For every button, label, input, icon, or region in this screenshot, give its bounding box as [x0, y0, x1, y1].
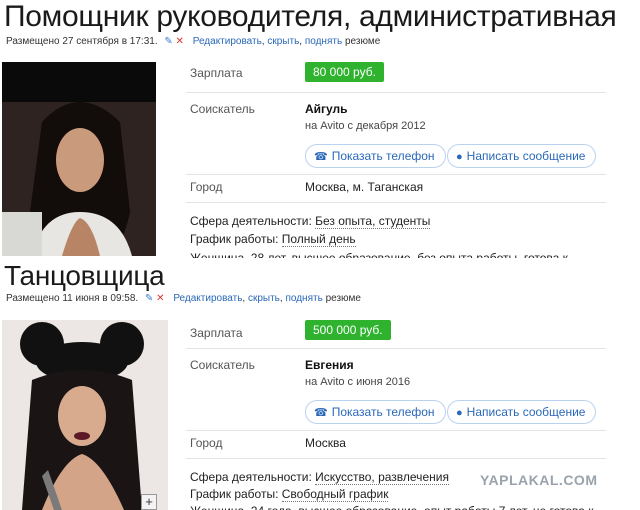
listing-title: Танцовщица [4, 260, 165, 291]
chat-icon: ● [456, 151, 463, 163]
hide-link[interactable]: скрыть [267, 36, 299, 47]
show-phone-button[interactable]: ☎ Показать телефон [305, 400, 446, 424]
divider [186, 430, 606, 431]
chat-icon: ● [456, 407, 463, 419]
applicant-photo[interactable] [2, 320, 168, 510]
show-phone-label: Показать телефон [331, 405, 435, 419]
applicant-since: на Avito с июня 2016 [305, 376, 411, 388]
write-message-label: Написать сообщение [466, 149, 586, 163]
divider [186, 202, 606, 203]
applicant-photo-image [2, 320, 168, 510]
city-label: Город [190, 180, 223, 194]
edit-link[interactable]: Редактировать [193, 36, 262, 47]
phone-icon: ☎ [314, 407, 328, 419]
show-phone-button[interactable]: ☎ Показать телефон [305, 144, 446, 168]
phone-icon: ☎ [314, 151, 328, 163]
city-value: Москва [305, 436, 346, 450]
edit-link[interactable]: Редактировать [173, 293, 242, 304]
listing-assistant: Помощник руководителя, административная … [0, 0, 640, 258]
sphere-line: Сфера деятельности: Искусство, развлечен… [190, 470, 449, 485]
sphere-value[interactable]: Без опыта, студенты [315, 214, 431, 229]
description-snippet: Женщина, 28 лет, высшее образование, без… [190, 251, 568, 258]
close-icon[interactable]: ✕ [176, 36, 184, 47]
sphere-label: Сфера деятельности: [190, 470, 312, 484]
schedule-value[interactable]: Полный день [281, 232, 356, 247]
raise-link[interactable]: поднять [285, 293, 322, 304]
schedule-label: График работы: [190, 487, 279, 501]
pin-icon[interactable]: ✎ [145, 293, 153, 304]
listing-meta: Размещено 11 июня в 09:58. ✎ ✕ Редактиро… [6, 293, 361, 304]
schedule-line: График работы: Свободный график [190, 487, 389, 502]
salary-badge: 500 000 руб. [305, 320, 391, 340]
divider [186, 92, 606, 93]
schedule-line: График работы: Полный день [190, 232, 356, 247]
sphere-line: Сфера деятельности: Без опыта, студенты [190, 214, 431, 229]
posted-date: Размещено 27 сентября в 17:31. [6, 36, 158, 47]
write-message-button[interactable]: ● Написать сообщение [447, 144, 597, 168]
description-snippet: Женщина, 24 года, высшее образование, оп… [190, 504, 594, 510]
city-label: Город [190, 436, 223, 450]
applicant-label: Соискатель [190, 358, 255, 372]
listing-title: Помощник руководителя, административная [4, 0, 617, 33]
resume-word: резюме [344, 36, 381, 47]
close-icon[interactable]: ✕ [156, 293, 164, 304]
posted-date: Размещено 11 июня в 09:58. [6, 293, 139, 304]
write-message-button[interactable]: ● Написать сообщение [447, 400, 597, 424]
applicant-photo-image [2, 62, 156, 256]
divider [186, 348, 606, 349]
sphere-label: Сфера деятельности: [190, 214, 312, 228]
salary-label: Зарплата [190, 326, 243, 340]
listing-meta: Размещено 27 сентября в 17:31. ✎ ✕ Редак… [6, 36, 381, 47]
applicant-label: Соискатель [190, 102, 255, 116]
write-message-label: Написать сообщение [466, 405, 586, 419]
applicant-name: Айгуль [305, 102, 348, 116]
hide-link[interactable]: скрыть [248, 293, 280, 304]
applicant-photo[interactable] [2, 62, 156, 256]
divider [186, 174, 606, 175]
city-value: Москва, м. Таганская [305, 180, 424, 194]
pin-icon[interactable]: ✎ [164, 36, 172, 47]
raise-link[interactable]: поднять [305, 36, 342, 47]
salary-label: Зарплата [190, 66, 243, 80]
salary-badge: 80 000 руб. [305, 62, 384, 82]
applicant-name: Евгения [305, 358, 354, 372]
watermark: YAPLAKAL.COM [480, 472, 598, 488]
resume-word: резюме [325, 293, 361, 304]
applicant-since: на Avito с декабря 2012 [305, 120, 426, 132]
schedule-label: График работы: [190, 232, 279, 246]
plus-icon[interactable]: + [141, 494, 157, 510]
sphere-value[interactable]: Искусство, развлечения [315, 470, 449, 485]
show-phone-label: Показать телефон [331, 149, 435, 163]
schedule-value[interactable]: Свободный график [281, 487, 389, 502]
divider [186, 458, 606, 459]
